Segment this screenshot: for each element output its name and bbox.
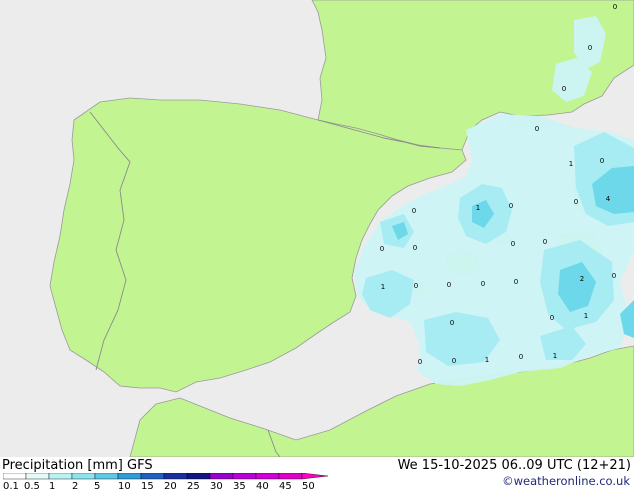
map-title: Precipitation [mm] GFS <box>2 458 153 473</box>
scale-swatch <box>94 473 119 480</box>
point-label: 0 <box>447 281 451 289</box>
point-label: 0 <box>535 125 539 133</box>
point-label: 1 <box>553 352 557 360</box>
point-label: 1 <box>569 160 573 168</box>
scale-swatch <box>255 473 280 480</box>
color-scale: 0.1 0.5 1 2 5 10 15 20 25 30 35 40 45 50 <box>3 473 329 490</box>
point-label: 1 <box>381 283 385 291</box>
scale-tick: 0.1 <box>3 481 19 490</box>
scale-tick: 2 <box>72 481 78 490</box>
point-label: 0 <box>588 44 592 52</box>
scale-tick: 5 <box>94 481 100 490</box>
point-label: 0 <box>481 280 485 288</box>
precipitation-map: 0 0 0 0 1 0 0 4 0 1 0 0 0 0 0 1 0 0 0 0 … <box>0 0 634 457</box>
point-label: 4 <box>606 195 611 203</box>
point-label: 0 <box>380 245 384 253</box>
scale-arrow <box>301 473 329 480</box>
scale-tick: 30 <box>210 481 223 490</box>
scale-tick: 35 <box>233 481 246 490</box>
scale-tick: 25 <box>187 481 200 490</box>
scale-tick: 20 <box>164 481 177 490</box>
scale-tick: 1 <box>49 481 55 490</box>
valid-time: We 15-10-2025 06..09 UTC (12+21) <box>397 458 631 473</box>
color-scale-swatches <box>3 473 329 480</box>
point-label: 0 <box>511 240 515 248</box>
scale-swatch <box>48 473 73 480</box>
scale-swatch <box>278 473 303 480</box>
point-label: 0 <box>562 85 566 93</box>
point-label: 0 <box>418 358 422 366</box>
point-label: 1 <box>485 356 489 364</box>
scale-tick: 15 <box>141 481 154 490</box>
point-label: 0 <box>452 357 456 365</box>
scale-swatch <box>163 473 188 480</box>
point-label: 0 <box>612 272 616 280</box>
scale-tick: 10 <box>118 481 131 490</box>
scale-tick: 40 <box>256 481 269 490</box>
credit-link[interactable]: ©weatheronline.co.uk <box>502 474 630 488</box>
point-label: 0 <box>600 157 604 165</box>
point-label: 0 <box>543 238 547 246</box>
point-label: 1 <box>476 204 480 212</box>
point-label: 0 <box>574 198 578 206</box>
point-label: 1 <box>584 312 588 320</box>
scale-swatch <box>232 473 257 480</box>
color-scale-ticks: 0.1 0.5 1 2 5 10 15 20 25 30 35 40 45 50 <box>3 481 315 490</box>
scale-swatch <box>25 473 50 480</box>
scale-tick: 50 <box>302 481 315 490</box>
scale-tick: 0.5 <box>24 481 40 490</box>
scale-swatch <box>71 473 96 480</box>
point-label: 0 <box>413 244 417 252</box>
scale-tick: 45 <box>279 481 292 490</box>
point-label: 0 <box>414 282 418 290</box>
point-label: 0 <box>550 314 554 322</box>
legend-footer: Precipitation [mm] GFS We 15-10-2025 06.… <box>0 457 634 490</box>
point-label: 2 <box>580 275 584 283</box>
scale-swatch <box>186 473 211 480</box>
point-label: 0 <box>450 319 454 327</box>
point-label: 0 <box>412 207 416 215</box>
point-label: 0 <box>514 278 518 286</box>
scale-swatch <box>209 473 234 480</box>
scale-swatch <box>140 473 165 480</box>
scale-swatch <box>117 473 142 480</box>
point-label: 0 <box>613 3 617 11</box>
point-label: 0 <box>519 353 523 361</box>
scale-swatch <box>3 473 27 480</box>
point-label: 0 <box>509 202 513 210</box>
